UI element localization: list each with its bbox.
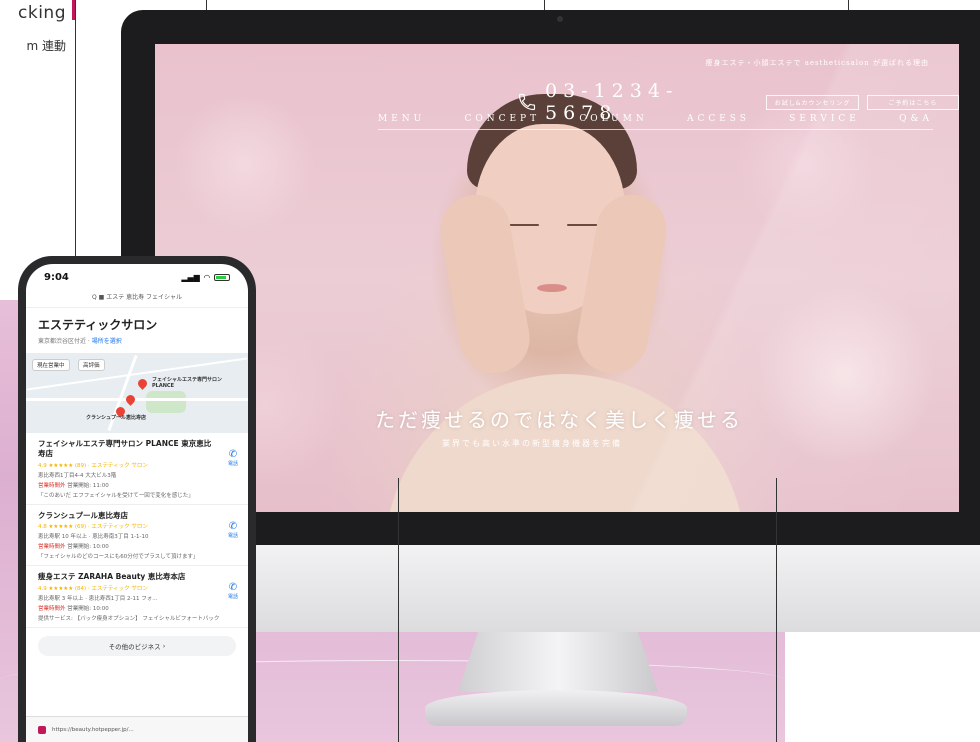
choose-location-link[interactable]: 場所を選択: [92, 338, 122, 345]
listing-hours: 営業時間外 営業開始: 10:00: [38, 544, 109, 551]
listing-name[interactable]: フェイシャルエステ専門サロン PLANCE 東京恵比寿店: [38, 439, 236, 459]
leader-line: [776, 478, 777, 742]
results-location: 東京都渋谷区付近 · 場所を選択: [38, 336, 236, 345]
filter-chip-top-rated[interactable]: 高評価: [78, 359, 105, 371]
hero-subheadline: 業界でも高い水準の新型痩身機器を完備: [442, 439, 622, 448]
listing-review: 「このあいだ エフフェイシャルを受けて一回で変化を感じた」: [38, 492, 194, 499]
status-icons: ▂▄▆ ◠: [181, 273, 230, 282]
url-text[interactable]: https://beauty.hotpepper.jp/...: [52, 727, 134, 733]
nav-item-service[interactable]: SERVICE: [789, 114, 860, 124]
more-businesses-button[interactable]: その他のビジネス ›: [38, 636, 236, 656]
listing-address: 恵比寿駅 10 年以上 · 恵比寿南3丁目 1-1-10: [38, 534, 149, 541]
listing-address: 恵比寿西1丁目4-4 大大ビル3階: [38, 472, 117, 479]
more-businesses-label: その他のビジネス: [108, 643, 161, 651]
map-park: [146, 391, 186, 413]
battery-icon: [214, 273, 230, 281]
status-time: 9:04: [44, 271, 69, 283]
call-button[interactable]: ✆ 電話: [228, 449, 238, 467]
monitor-base: [425, 690, 687, 726]
results-location-text: 東京都渋谷区付近 ·: [38, 338, 90, 345]
phone-icon: [517, 92, 537, 112]
listing-item[interactable]: 痩身エステ ZARAHA Beauty 恵比寿本店 4.9 ★★★★★ (84)…: [26, 566, 248, 628]
map-label-plance: フェイシャルエステ専門サロン PLANCE: [152, 377, 223, 389]
counseling-button[interactable]: お試し&カウンセリング: [766, 94, 859, 110]
monitor-stand: [458, 632, 658, 692]
search-query[interactable]: Q ■ エステ 恵比寿 フェイシャル: [26, 290, 248, 308]
wifi-icon: ◠: [203, 272, 210, 282]
phone-call-icon: ✆: [228, 449, 238, 460]
caption-line-2: m 連動: [26, 39, 66, 53]
nav-item-qa[interactable]: Q&A: [899, 114, 933, 124]
site-tagline: 痩身エステ・小顔エステで aestheticsalon が選ばれる理由: [705, 59, 929, 67]
listing-name[interactable]: 痩身エステ ZARAHA Beauty 恵比寿本店: [38, 572, 236, 582]
nav-item-access[interactable]: ACCESS: [687, 114, 750, 124]
map-road: [26, 398, 248, 401]
leader-line: [398, 478, 399, 742]
listing-item[interactable]: フェイシャルエステ専門サロン PLANCE 東京恵比寿店 4.9 ★★★★★ (…: [26, 433, 248, 505]
phone-screen: 9:04 ▂▄▆ ◠ Q ■ エステ 恵比寿 フェイシャル エステティックサロン…: [26, 264, 248, 742]
listing-name[interactable]: クランシュプール恵比寿店: [38, 511, 236, 521]
listing-review: 「フェイシャルのどのコースにも60分付でプラスして頂けます」: [38, 554, 199, 561]
site-favicon-icon: [38, 725, 46, 734]
browser-url-bar[interactable]: https://beauty.hotpepper.jp/...: [26, 716, 248, 742]
listing-address: 恵比寿駅 3 年以上 · 恵比寿西1丁目 2-11 フォ...: [38, 596, 158, 602]
nav-item-concept[interactable]: CONCEPT: [464, 114, 540, 124]
nav-item-menu[interactable]: MENU: [378, 114, 425, 124]
website-hero-screen: 痩身エステ・小顔エステで aestheticsalon が選ばれる理由 03-1…: [155, 44, 959, 512]
call-button[interactable]: ✆ 電話: [228, 521, 238, 539]
map-pin-icon[interactable]: [124, 393, 137, 406]
listing-rating: 4.8 ★★★★★ (69) · エステティック サロン: [38, 524, 148, 531]
results-header: エステティックサロン 東京都渋谷区付近 · 場所を選択: [26, 308, 248, 349]
filter-chip-open-now[interactable]: 現在営業中: [32, 359, 70, 371]
smartphone: 9:04 ▂▄▆ ◠ Q ■ エステ 恵比寿 フェイシャル エステティックサロン…: [18, 256, 256, 742]
map-pin-icon[interactable]: [136, 377, 149, 390]
listing-rating: 4.9 ★★★★★ (89) · エステティック サロン: [38, 462, 148, 469]
listing-hours: 営業時間外 営業開始: 10:00: [38, 606, 109, 612]
signal-icon: ▂▄▆: [181, 272, 200, 282]
local-map[interactable]: 現在営業中 高評価 フェイシャルエステ専門サロン PLANCE クランシュプール…: [26, 353, 248, 433]
site-nav: MENU CONCEPT COLUMN ACCESS SERVICE Q&A: [378, 114, 933, 130]
listing-hours: 営業時間外 営業開始: 11:00: [38, 482, 109, 489]
call-button[interactable]: ✆ 電話: [228, 582, 238, 600]
hero-headline: ただ痩せるのではなく美しく痩せる: [375, 408, 743, 432]
listing-rating: 4.9 ★★★★★ (84) · エステティック サロン: [38, 586, 148, 592]
listing-item[interactable]: クランシュプール恵比寿店 4.8 ★★★★★ (69) · エステティック サロ…: [26, 505, 248, 567]
reservation-button[interactable]: ご予約はこちら: [866, 94, 959, 110]
listing-review: 提供サービス: 【バック痩身オプション】 フェイシャルビフォートバック: [38, 616, 220, 622]
phone-call-icon: ✆: [228, 520, 238, 532]
camera-dot: [557, 16, 563, 22]
results-title: エステティックサロン: [38, 318, 158, 332]
caption-line-1: cking: [18, 3, 66, 23]
leader-line: [75, 0, 76, 262]
map-label-cranshu: クランシュプール恵比寿店: [86, 415, 147, 421]
phone-call-icon: ✆: [228, 582, 238, 594]
status-bar: 9:04 ▂▄▆ ◠: [26, 264, 248, 290]
nav-item-column[interactable]: COLUMN: [579, 114, 647, 124]
chevron-right-icon: ›: [162, 642, 166, 650]
